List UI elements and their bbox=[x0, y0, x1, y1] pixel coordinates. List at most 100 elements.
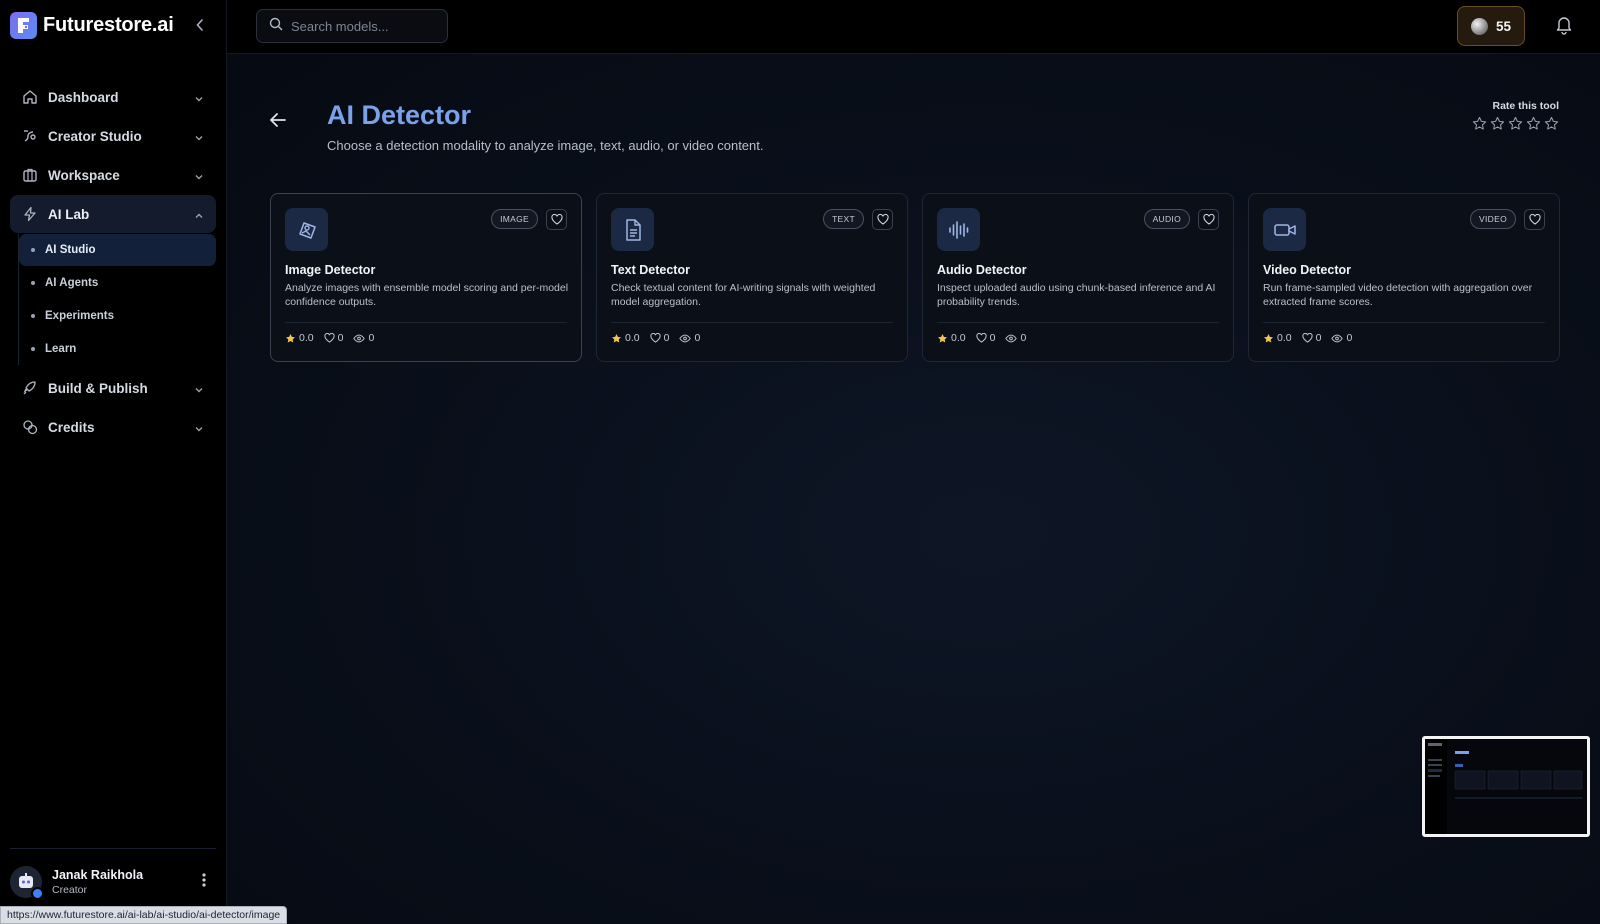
heart-icon bbox=[1302, 333, 1313, 343]
rating-value: 0.0 bbox=[951, 332, 966, 344]
views-count: 0 bbox=[694, 332, 701, 344]
heart-icon[interactable] bbox=[1198, 209, 1219, 230]
card-video-detector[interactable]: VIDEO Video Detector Run frame-sampled v… bbox=[1248, 193, 1560, 362]
search-box[interactable] bbox=[256, 9, 448, 43]
views-count: 0 bbox=[1020, 332, 1027, 344]
sidebar-subitem-ai-agents[interactable]: AI Agents bbox=[19, 267, 216, 299]
views-count: 0 bbox=[1346, 332, 1353, 344]
sidebar-item-label: Dashboard bbox=[48, 89, 119, 105]
card-tag: AUDIO bbox=[1143, 209, 1190, 229]
search-input[interactable] bbox=[291, 18, 441, 34]
star-icon[interactable] bbox=[1526, 116, 1541, 131]
sidebar-item-dashboard[interactable]: Dashboard bbox=[10, 78, 216, 116]
card-stats: 0.0 0 0 bbox=[937, 332, 1026, 344]
card-title: Image Detector bbox=[285, 263, 376, 277]
card-text-detector[interactable]: TEXT Text Detector Check textual content… bbox=[596, 193, 908, 362]
sidebar-item-credits[interactable]: Credits bbox=[10, 408, 216, 446]
card-stats: 0.0 0 0 bbox=[285, 332, 374, 344]
star-filled-icon bbox=[1264, 333, 1273, 343]
sidebar-item-creator-studio[interactable]: Creator Studio bbox=[10, 117, 216, 155]
card-tag: VIDEO bbox=[1470, 209, 1516, 229]
brand-logo-icon bbox=[10, 11, 37, 39]
likes-count: 0 bbox=[663, 332, 670, 344]
card-description: Run frame-sampled video detection with a… bbox=[1263, 282, 1533, 308]
briefcase-icon bbox=[22, 167, 38, 183]
lightning-icon bbox=[22, 206, 38, 222]
sidebar-item-ai-lab[interactable]: AI Lab bbox=[10, 195, 216, 233]
star-filled-icon bbox=[286, 333, 295, 343]
star-icon[interactable] bbox=[1472, 116, 1487, 131]
likes-count: 0 bbox=[337, 332, 344, 344]
chevron-down-icon bbox=[194, 382, 204, 397]
card-tag: IMAGE bbox=[491, 209, 538, 229]
card-description: Check textual content for AI-writing sig… bbox=[611, 282, 876, 308]
divider bbox=[1263, 322, 1545, 323]
chevron-down-icon bbox=[194, 130, 204, 145]
card-title: Video Detector bbox=[1263, 263, 1351, 277]
card-audio-detector[interactable]: AUDIO Audio Detector Inspect uploaded au… bbox=[922, 193, 1234, 362]
user-role: Creator bbox=[52, 884, 88, 896]
card-description: Inspect uploaded audio using chunk-based… bbox=[937, 282, 1216, 308]
sidebar-subitem-experiments[interactable]: Experiments bbox=[19, 300, 216, 332]
page-title: AI Detector bbox=[327, 100, 472, 130]
user-profile[interactable]: Janak Raikhola Creator bbox=[10, 864, 216, 900]
verified-badge-icon bbox=[31, 887, 44, 900]
divider bbox=[285, 322, 567, 323]
search-icon bbox=[269, 17, 283, 36]
ai-lab-subnav: AI Studio AI Agents Experiments Learn bbox=[18, 234, 216, 365]
sidebar-item-label: Build & Publish bbox=[48, 380, 148, 396]
sidebar-item-label: Workspace bbox=[48, 167, 120, 183]
rate-label: Rate this tool bbox=[1492, 100, 1559, 112]
user-name: Janak Raikhola bbox=[52, 868, 144, 882]
card-stats: 0.0 0 0 bbox=[611, 332, 700, 344]
back-arrow-icon[interactable] bbox=[269, 112, 287, 133]
heart-icon[interactable] bbox=[1524, 209, 1545, 230]
sidebar-subitem-learn[interactable]: Learn bbox=[19, 333, 216, 365]
heart-icon[interactable] bbox=[546, 209, 567, 230]
sidebar-subitem-ai-studio[interactable]: AI Studio bbox=[19, 234, 216, 266]
star-icon[interactable] bbox=[1508, 116, 1523, 131]
star-filled-icon bbox=[938, 333, 947, 343]
chevron-up-icon bbox=[194, 208, 204, 223]
heart-icon bbox=[650, 333, 661, 343]
divider bbox=[10, 848, 216, 849]
chevron-down-icon bbox=[194, 169, 204, 184]
sidebar-item-build-publish[interactable]: Build & Publish bbox=[10, 369, 216, 407]
video-camera-icon bbox=[1263, 208, 1306, 251]
card-title: Audio Detector bbox=[937, 263, 1027, 277]
rocket-icon bbox=[22, 380, 38, 396]
sidebar-item-label: AI Lab bbox=[48, 206, 90, 222]
heart-icon[interactable] bbox=[872, 209, 893, 230]
audio-wave-icon bbox=[937, 208, 980, 251]
window-preview-thumbnail[interactable] bbox=[1422, 736, 1590, 837]
card-tag: TEXT bbox=[823, 209, 864, 229]
star-icon[interactable] bbox=[1544, 116, 1559, 131]
star-icon[interactable] bbox=[1490, 116, 1505, 131]
sidebar-nav: Dashboard Creator Studio Workspace AI La… bbox=[10, 78, 216, 447]
sidebar-item-label: Credits bbox=[48, 419, 95, 435]
main-content: AI Detector Choose a detection modality … bbox=[227, 54, 1600, 924]
card-stats: 0.0 0 0 bbox=[1263, 332, 1352, 344]
collapse-sidebar-icon[interactable] bbox=[196, 18, 204, 34]
coin-icon bbox=[1470, 17, 1488, 35]
eye-icon bbox=[353, 334, 366, 342]
credits-count: 55 bbox=[1495, 18, 1512, 34]
eye-icon bbox=[679, 334, 692, 342]
rating-stars bbox=[1472, 116, 1559, 131]
page-subtitle: Choose a detection modality to analyze i… bbox=[327, 138, 764, 153]
sidebar-item-workspace[interactable]: Workspace bbox=[10, 156, 216, 194]
brand[interactable]: Futurestore.ai bbox=[10, 10, 210, 40]
eye-icon bbox=[1005, 334, 1018, 342]
likes-count: 0 bbox=[1315, 332, 1322, 344]
home-icon bbox=[22, 89, 38, 105]
bell-icon[interactable] bbox=[1555, 15, 1573, 40]
palette-icon bbox=[22, 128, 38, 144]
status-url: https://www.futurestore.ai/ai-lab/ai-stu… bbox=[0, 906, 288, 924]
card-image-detector[interactable]: IMAGE Image Detector Analyze images with… bbox=[270, 193, 582, 362]
topbar: 55 bbox=[227, 0, 1600, 54]
credits-button[interactable]: 55 bbox=[1457, 6, 1525, 46]
more-vertical-icon[interactable] bbox=[202, 872, 206, 893]
rating-value: 0.0 bbox=[625, 332, 640, 344]
sidebar-item-label: Creator Studio bbox=[48, 128, 142, 144]
avatar bbox=[10, 866, 44, 900]
